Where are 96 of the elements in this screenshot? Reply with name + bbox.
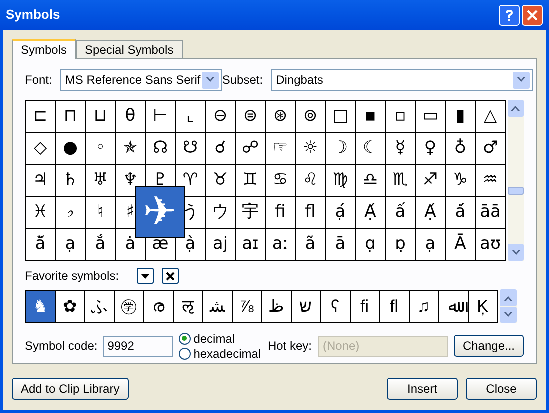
symbol-cell[interactable]: ♍ xyxy=(326,165,356,197)
symbol-cell[interactable]: ♏ xyxy=(386,165,416,197)
symbol-cell[interactable]: ȧ xyxy=(116,229,146,261)
symbol-cell[interactable]: æ xyxy=(146,229,176,261)
symbol-cell[interactable]: Ā xyxy=(446,229,476,261)
symbol-cell[interactable]: ☊ xyxy=(146,133,176,165)
symbol-cell[interactable]: ◦ xyxy=(86,133,116,165)
symbol-cell[interactable]: ⊛ xyxy=(266,101,296,133)
symbol-cell[interactable]: ♉ xyxy=(206,165,236,197)
symbol-cell[interactable]: ☾ xyxy=(356,133,386,165)
symbol-cell[interactable]: ☌ xyxy=(206,133,236,165)
symbol-cell[interactable]: ♮ xyxy=(86,197,116,229)
tab[interactable]: Special Symbols xyxy=(76,40,183,58)
symbol-cell[interactable]: ◇ xyxy=(26,133,56,165)
symbol-cell[interactable]: ạ xyxy=(416,229,446,261)
symbol-cell[interactable]: ☿ xyxy=(386,133,416,165)
field-label: Symbol code: xyxy=(25,338,98,355)
symbol-cell[interactable]: ă̆ xyxy=(26,229,56,261)
symbol-cell[interactable]: ♭ xyxy=(56,197,86,229)
window-title: Symbols xyxy=(6,6,62,24)
favorites-label: Favorite symbols: xyxy=(25,268,120,285)
add-to-clip-library-button[interactable]: Add to Clip Library xyxy=(12,378,129,400)
symbol-cell[interactable]: ♊ xyxy=(236,165,266,197)
radio-label: hexadecimal xyxy=(194,346,262,362)
symbol-cell[interactable]: ﬁ xyxy=(266,197,296,229)
symbol-cell[interactable]: ☍ xyxy=(236,133,266,165)
symbol-cell[interactable]: ⊜ xyxy=(236,101,266,133)
symbol-cell[interactable]: ɒ̣ xyxy=(386,229,416,261)
symbol-cell[interactable]: △ xyxy=(476,101,506,133)
symbol-cell[interactable]: ☋ xyxy=(176,133,206,165)
symbol-cell[interactable]: Ạ́ xyxy=(416,197,446,229)
symbol-cell[interactable]: ✯ xyxy=(116,133,146,165)
symbol-cell[interactable]: ⌞ xyxy=(176,101,206,133)
symbol-cell[interactable]: ạ xyxy=(56,229,86,261)
symbol-cell[interactable]: aʊ xyxy=(476,229,506,261)
symbol-cell[interactable]: ♓ xyxy=(26,197,56,229)
symbol-cell[interactable]: ♑ xyxy=(446,165,476,197)
symbol-cell[interactable]: aː xyxy=(266,229,296,261)
symbol-cell[interactable]: ♎ xyxy=(356,165,386,197)
enlarged-symbol-popup: ✈ xyxy=(135,186,185,238)
symbol-cell[interactable]: ▫ xyxy=(386,101,416,133)
symbol-cell[interactable]: ā xyxy=(326,229,356,261)
symbol-cell[interactable]: う xyxy=(176,197,206,229)
symbol-cell[interactable]: ♀ xyxy=(416,133,446,165)
symbol-cell[interactable]: ắ xyxy=(86,229,116,261)
symbol-cell[interactable]: θ xyxy=(116,101,146,133)
radio-label: decimal xyxy=(194,330,236,348)
symbol-cell[interactable]: ウ xyxy=(206,197,236,229)
dropdown[interactable]: Dingbats xyxy=(271,69,534,91)
symbol-cell[interactable]: 宇 xyxy=(236,197,266,229)
symbol-code-field[interactable]: 9992 xyxy=(102,336,173,356)
symbol-cell[interactable]: ♂ xyxy=(476,133,506,165)
symbol-cell[interactable]: ⊚ xyxy=(296,101,326,133)
insert-button[interactable]: Insert xyxy=(387,378,458,400)
tab[interactable]: Symbols xyxy=(12,39,76,59)
symbol-cell[interactable]: ɑ̣ xyxy=(356,229,386,261)
favorite-symbol[interactable]: ♞ xyxy=(26,291,56,323)
symbol-cell[interactable]: ⊏ xyxy=(26,101,56,133)
symbol-cell[interactable]: ▭ xyxy=(416,101,446,133)
symbol-cell[interactable]: āā xyxy=(476,197,506,229)
symbol-cell[interactable]: aj xyxy=(206,229,236,261)
symbol-cell[interactable]: ♒ xyxy=(476,165,506,197)
close-dialog-button[interactable]: Close xyxy=(466,378,537,400)
symbol-cell[interactable]: ▮ xyxy=(446,101,476,133)
symbol-cell[interactable]: ﬂ xyxy=(296,197,326,229)
symbol-cell[interactable]: ♃ xyxy=(26,165,56,197)
symbol-cell[interactable]: ạ̀ xyxy=(176,229,206,261)
symbol-cell[interactable]: ⊔ xyxy=(86,101,116,133)
symbol-cell[interactable]: ♌ xyxy=(296,165,326,197)
symbol-cell[interactable]: ⊓ xyxy=(56,101,86,133)
field-label: Font: xyxy=(25,72,52,89)
symbol-cell[interactable]: ♐ xyxy=(416,165,446,197)
symbol-cell[interactable]: ● xyxy=(56,133,86,165)
dropdown-value: MS Reference Sans Serif xyxy=(65,72,202,89)
symbol-cell[interactable]: ☞ xyxy=(266,133,296,165)
symbol-cell[interactable]: aɪ xyxy=(236,229,266,261)
symbol-cell[interactable]: ▪ xyxy=(356,101,386,133)
symbol-cell[interactable]: ☼ xyxy=(296,133,326,165)
symbol-cell[interactable]: ã xyxy=(296,229,326,261)
field-label: Hot key: xyxy=(268,338,312,355)
symbol-cell[interactable]: ⊖ xyxy=(206,101,236,133)
symbol-cell[interactable]: ⊢ xyxy=(146,101,176,133)
symbol-cell[interactable]: ☽ xyxy=(326,133,356,165)
symbol-cell[interactable]: ♁ xyxy=(446,133,476,165)
symbol-cell[interactable]: ♋ xyxy=(266,165,296,197)
symbol-cell[interactable]: ȧ́ xyxy=(446,197,476,229)
change-button[interactable]: Change... xyxy=(454,335,524,357)
symbol-cell[interactable]: ạ́ xyxy=(326,197,356,229)
symbol-cell[interactable]: ♅ xyxy=(86,165,116,197)
dropdown[interactable]: MS Reference Sans Serif xyxy=(60,69,222,91)
field-label: Subset: xyxy=(222,72,264,89)
symbol-cell[interactable]: Ạ́ xyxy=(356,197,386,229)
dropdown-value: Dingbats xyxy=(276,72,324,89)
symbol-cell[interactable]: □ xyxy=(326,101,356,133)
symbol-cell[interactable]: ♄ xyxy=(56,165,86,197)
symbol-cell[interactable]: ấ xyxy=(386,197,416,229)
